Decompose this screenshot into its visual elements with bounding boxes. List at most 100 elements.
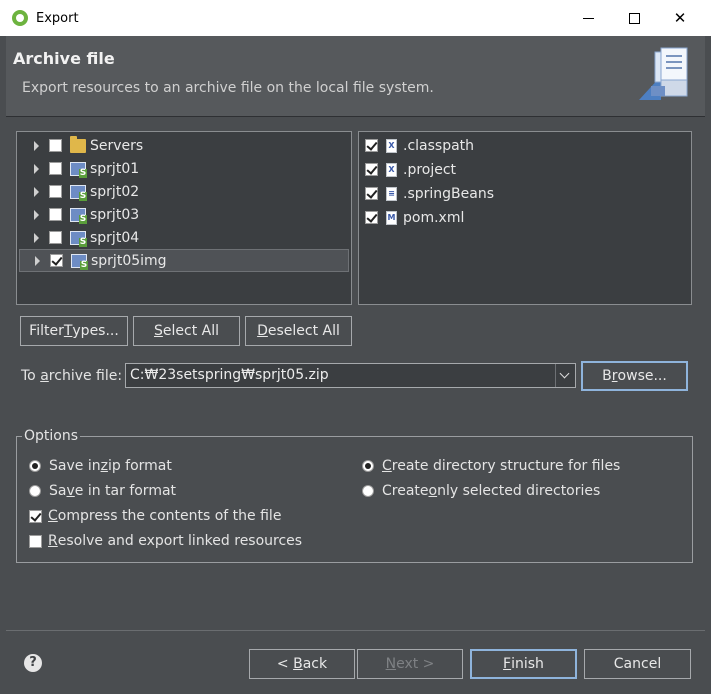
archive-file-combo[interactable]: C:₩23setspring₩sprjt05.zip [125,363,576,388]
browse-button[interactable]: Br owse... [581,361,688,391]
select-all-button[interactable]: Select All [133,316,240,346]
title-bar: Export ✕ [0,0,711,36]
compress-checkbox[interactable] [29,509,42,523]
compress-option[interactable]: Compress the contents of the file [29,508,281,524]
button-text: ypes... [72,323,119,339]
wizard-banner: Archive file Export resources to an arch… [6,36,705,116]
tree-label: Servers [90,137,144,154]
label-mnemonic: a [40,368,49,384]
tree-item-sprjt03[interactable]: sprjt03 [19,203,349,226]
save-tar-radio[interactable] [29,485,41,497]
tree-item-servers[interactable]: Servers [19,134,349,157]
button-text: ext > [396,656,435,672]
option-mnemonic: o [428,483,438,499]
file-checkbox[interactable] [365,187,378,200]
finish-button[interactable]: Finish [470,649,577,679]
resource-tree[interactable]: Servers sprjt01 sprjt02 sprjt03 sprjt04 … [16,131,352,305]
tree-checkbox-sprjt01[interactable] [49,162,62,175]
tree-checkbox-servers[interactable] [49,139,62,152]
help-icon[interactable]: ? [24,654,42,672]
create-selected-radio[interactable] [362,485,374,497]
option-mnemonic: z [100,458,108,474]
label-text: To [21,368,41,384]
option-mnemonic: C [382,458,392,474]
button-text: < [276,656,294,672]
option-text: nly selected directories [437,483,601,499]
tree-checkbox-sprjt04[interactable] [49,231,62,244]
minimize-button[interactable] [565,0,611,36]
expand-icon[interactable] [31,232,43,244]
save-tar-option[interactable]: Sa v e in tar format [29,483,176,499]
chevron-down-icon[interactable] [555,364,575,387]
expand-icon[interactable] [32,255,44,267]
option-mnemonic: v [66,483,75,499]
option-text: reate directory structure for files [391,458,621,474]
file-item-pom[interactable]: M pom.xml [361,206,689,229]
file-item-project[interactable]: X .project [361,158,689,181]
option-text: Sa [49,483,67,499]
save-zip-option[interactable]: Save in z ip format [29,458,172,474]
expand-icon[interactable] [31,186,43,198]
tree-item-sprjt05img[interactable]: sprjt05img [19,249,349,272]
label-text: rchive file: [48,368,123,384]
button-text: B [602,368,612,384]
banner-separator [6,116,705,117]
expand-icon[interactable] [31,140,43,152]
tree-label: sprjt04 [90,229,140,246]
archive-file-input[interactable]: C:₩23setspring₩sprjt05.zip [130,367,329,383]
maximize-button[interactable] [611,0,657,36]
tree-checkbox-sprjt03[interactable] [49,208,62,221]
folder-icon [70,135,86,153]
close-icon: ✕ [673,9,687,27]
resolve-linked-option[interactable]: Resolve and export linked resources [29,533,302,549]
button-mnemonic: B [293,656,303,672]
spring-project-icon [70,207,87,224]
resolve-linked-checkbox[interactable] [29,534,42,548]
tree-checkbox-sprjt02[interactable] [49,185,62,198]
file-item-springbeans[interactable]: ≡ .springBeans [361,182,689,205]
file-checkbox[interactable] [365,163,378,176]
file-label: .springBeans [403,185,494,202]
maximize-icon [628,12,640,24]
close-button[interactable]: ✕ [657,0,703,36]
tree-label: sprjt02 [90,183,140,200]
xml-file-icon: X [386,138,397,153]
save-zip-radio[interactable] [29,460,41,472]
button-mnemonic: F [503,656,512,672]
tree-item-sprjt02[interactable]: sprjt02 [19,180,349,203]
button-text: elect All [162,323,219,339]
spring-project-icon [70,230,87,247]
file-label: .classpath [403,137,475,154]
button-text: inish [511,656,544,672]
file-item-classpath[interactable]: X .classpath [361,134,689,157]
spring-project-icon [71,253,88,270]
option-text: ompress the contents of the file [57,508,282,524]
button-mnemonic: S [154,323,163,339]
option-mnemonic: C [48,508,58,524]
expand-icon[interactable] [31,163,43,175]
tree-checkbox-sprjt05img[interactable] [50,254,63,267]
file-list[interactable]: X .classpath X .project ≡ .springBeans M… [358,131,692,305]
option-mnemonic: R [48,533,58,549]
create-directory-option[interactable]: Create directory structure for files [362,458,620,474]
tree-label: sprjt03 [90,206,140,223]
next-button[interactable]: Next > [357,649,463,679]
option-text: Create [382,483,429,499]
cancel-button[interactable]: Cancel [584,649,691,679]
create-selected-option[interactable]: Create o nly selected directories [362,483,600,499]
button-mnemonic: D [257,323,268,339]
xml-file-icon: X [386,162,397,177]
filter-types-button[interactable]: Filter Types... [20,316,128,346]
option-text: esolve and export linked resources [57,533,303,549]
option-text: e in tar format [74,483,177,499]
back-button[interactable]: < Back [249,649,355,679]
file-checkbox[interactable] [365,211,378,224]
create-directory-radio[interactable] [362,460,374,472]
deselect-all-button[interactable]: Deselect All [245,316,352,346]
file-checkbox[interactable] [365,139,378,152]
tree-item-sprjt01[interactable]: sprjt01 [19,157,349,180]
tree-item-sprjt04[interactable]: sprjt04 [19,226,349,249]
button-text: eselect All [267,323,340,339]
maven-file-icon: M [386,210,397,225]
expand-icon[interactable] [31,209,43,221]
